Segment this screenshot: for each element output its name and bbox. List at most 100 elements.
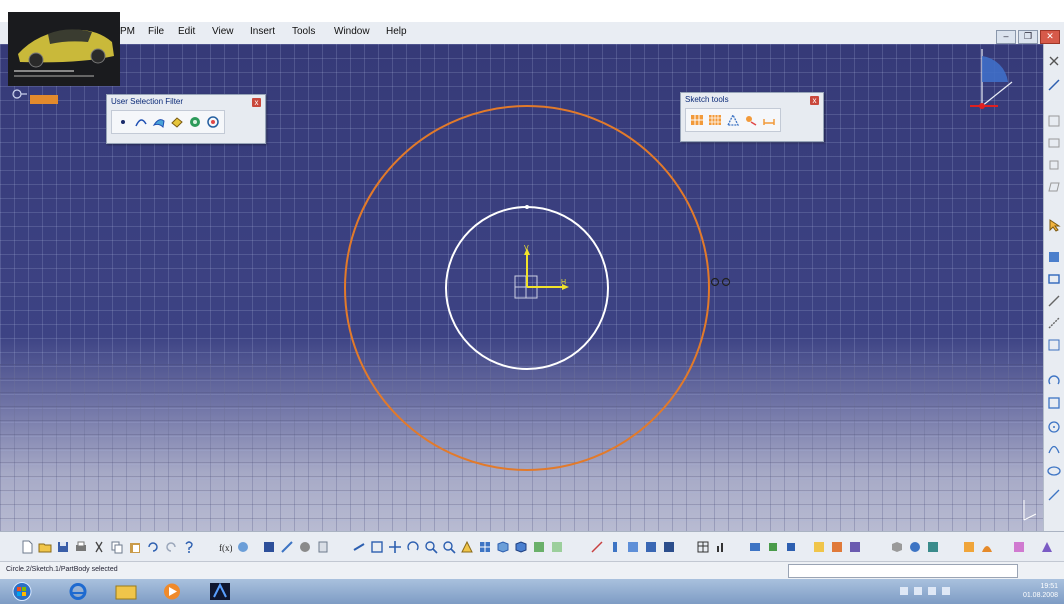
isolate-icon[interactable] xyxy=(662,540,676,554)
menu-pm[interactable]: PM xyxy=(120,26,135,37)
menu-tools[interactable]: Tools xyxy=(292,26,315,37)
visualization-icon[interactable] xyxy=(626,540,640,554)
catalog-icon[interactable] xyxy=(748,540,762,554)
point-filter-icon[interactable] xyxy=(116,115,130,129)
workbench-c-icon[interactable] xyxy=(848,540,862,554)
workbench-a-icon[interactable] xyxy=(812,540,826,554)
menu-view[interactable]: View xyxy=(212,26,234,37)
sketch-mode-icon[interactable] xyxy=(590,540,604,554)
hide-show-icon[interactable] xyxy=(532,540,546,554)
swap-visible-space-icon[interactable] xyxy=(550,540,564,554)
formula-icon[interactable]: f(x) xyxy=(218,540,232,554)
redo-icon[interactable] xyxy=(164,540,178,554)
tray-icons[interactable] xyxy=(900,585,960,597)
oriented-rectangle-icon[interactable] xyxy=(1047,158,1061,172)
spec-tree-selected-node[interactable] xyxy=(30,95,58,104)
more-tools-icon[interactable] xyxy=(1040,540,1054,554)
cut-icon[interactable] xyxy=(92,540,106,554)
part-design-icon[interactable] xyxy=(890,540,904,554)
material-icon[interactable] xyxy=(298,540,312,554)
user-selection-filter-toolbar[interactable]: User Selection Filter x xyxy=(106,94,266,144)
new-icon[interactable] xyxy=(20,540,34,554)
square-icon[interactable] xyxy=(1047,396,1061,410)
copy-icon[interactable] xyxy=(110,540,124,554)
select-arrow-icon[interactable] xyxy=(1047,218,1061,232)
workbench-b-icon[interactable] xyxy=(830,540,844,554)
spec-tree-root-icon[interactable] xyxy=(12,86,28,102)
fit-all-icon[interactable] xyxy=(370,540,384,554)
auto-constraint-icon[interactable] xyxy=(1047,272,1061,286)
pan-icon[interactable] xyxy=(388,540,402,554)
curve-filter-icon[interactable] xyxy=(134,115,148,129)
diagnosis-icon[interactable] xyxy=(644,540,658,554)
geometry-filter-icon[interactable] xyxy=(206,115,220,129)
properties-icon[interactable] xyxy=(316,540,330,554)
generative-shape-icon[interactable] xyxy=(908,540,922,554)
snap-to-point-icon[interactable] xyxy=(708,113,722,127)
undo-icon[interactable] xyxy=(146,540,160,554)
shading-icon[interactable] xyxy=(514,540,528,554)
freestyle-icon[interactable] xyxy=(980,540,994,554)
spline-icon[interactable] xyxy=(1047,338,1061,352)
parallelogram-icon[interactable] xyxy=(1047,180,1061,194)
line-icon[interactable] xyxy=(1047,294,1061,308)
clock[interactable]: 19:51 01.08.2008 xyxy=(1023,582,1058,600)
ellipse-icon[interactable] xyxy=(1047,464,1061,478)
sketch-icon[interactable] xyxy=(1047,78,1061,92)
user-selection-filter-close-button[interactable]: x xyxy=(252,98,261,107)
menu-file[interactable]: File xyxy=(148,26,164,37)
assembly-icon[interactable] xyxy=(926,540,940,554)
save-icon[interactable] xyxy=(56,540,70,554)
normal-view-icon[interactable] xyxy=(460,540,474,554)
print-icon[interactable] xyxy=(74,540,88,554)
feature-filter-icon[interactable] xyxy=(188,115,202,129)
command-input[interactable] xyxy=(788,564,1018,578)
rotate-icon[interactable] xyxy=(1047,374,1061,388)
cut-part-icon[interactable] xyxy=(608,540,622,554)
product-icon[interactable] xyxy=(766,540,780,554)
catia-app-icon[interactable] xyxy=(206,581,234,602)
sketch-analysis-icon[interactable] xyxy=(262,540,276,554)
media-player-icon[interactable] xyxy=(158,581,186,602)
menu-insert[interactable]: Insert xyxy=(250,26,275,37)
restore-button[interactable]: ❐ xyxy=(1018,30,1038,44)
construction-element-icon[interactable] xyxy=(726,113,740,127)
analysis-icon[interactable] xyxy=(1012,540,1026,554)
grid-icon[interactable] xyxy=(690,113,704,127)
rotate-view-icon[interactable] xyxy=(406,540,420,554)
rectangle-icon[interactable] xyxy=(1047,136,1061,150)
constraint-icon[interactable] xyxy=(1047,250,1061,264)
geometrical-constraints-icon[interactable] xyxy=(744,113,758,127)
sketch-viewport[interactable]: V H User Selection Filter x Sketch tools… xyxy=(0,44,1043,531)
multi-view-icon[interactable] xyxy=(478,540,492,554)
open-icon[interactable] xyxy=(38,540,52,554)
menu-help[interactable]: Help xyxy=(386,26,407,37)
compass-icon[interactable] xyxy=(970,49,1013,109)
circle-icon[interactable] xyxy=(1047,420,1061,434)
menu-edit[interactable]: Edit xyxy=(178,26,195,37)
exit-workbench-icon[interactable] xyxy=(1047,54,1061,68)
volume-filter-icon[interactable] xyxy=(170,115,184,129)
fly-mode-icon[interactable] xyxy=(352,540,366,554)
knowledge-icon[interactable] xyxy=(236,540,250,554)
surface-filter-icon[interactable] xyxy=(152,115,166,129)
close-button[interactable]: ✕ xyxy=(1040,30,1060,44)
paste-icon[interactable] xyxy=(128,540,142,554)
arc-icon[interactable] xyxy=(1047,442,1061,456)
zoom-out-icon[interactable] xyxy=(442,540,456,554)
part-icon[interactable] xyxy=(784,540,798,554)
file-explorer-icon[interactable] xyxy=(112,581,140,602)
zoom-in-icon[interactable] xyxy=(424,540,438,554)
drafting-icon[interactable] xyxy=(962,540,976,554)
whats-this-icon[interactable] xyxy=(182,540,196,554)
profile-icon[interactable] xyxy=(1047,114,1061,128)
line-tool-icon[interactable] xyxy=(1047,488,1061,502)
dimensional-constraints-icon[interactable] xyxy=(762,113,776,127)
minimize-button[interactable]: – xyxy=(996,30,1016,44)
start-button-icon[interactable] xyxy=(8,581,36,602)
measure-icon[interactable] xyxy=(280,540,294,554)
sketch-tools-toolbar[interactable]: Sketch tools x xyxy=(680,92,824,142)
menu-window[interactable]: Window xyxy=(334,26,370,37)
quick-view-icon[interactable] xyxy=(496,540,510,554)
internet-explorer-icon[interactable] xyxy=(64,581,92,602)
